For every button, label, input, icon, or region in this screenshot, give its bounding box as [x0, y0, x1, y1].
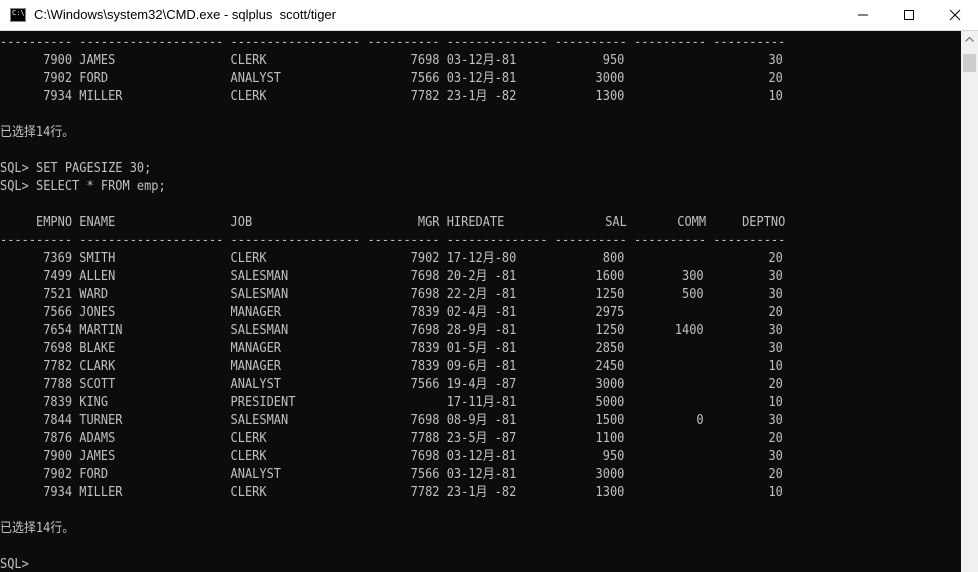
maximize-icon	[904, 10, 914, 20]
close-button[interactable]	[932, 0, 978, 30]
console-output[interactable]: ---------- -------------------- --------…	[0, 31, 961, 572]
console-line: 7698 BLAKE MANAGER 7839 01-5月 -81 2850 3…	[0, 341, 783, 356]
scroll-thumb[interactable]	[963, 54, 976, 72]
console-line: ---------- -------------------- --------…	[0, 233, 786, 248]
minimize-button[interactable]	[840, 0, 886, 30]
chevron-up-icon	[965, 37, 974, 42]
console-line: 7839 KING PRESIDENT 17-11月-81 5000 10	[0, 395, 783, 410]
close-icon	[949, 9, 961, 21]
console-line: 7934 MILLER CLERK 7782 23-1月 -82 1300 10	[0, 89, 783, 104]
minimize-icon	[858, 14, 868, 16]
title-bar[interactable]: C:\ C:\Windows\system32\CMD.exe - sqlplu…	[0, 0, 978, 31]
console-line: 7902 FORD ANALYST 7566 03-12月-81 3000 20	[0, 71, 783, 86]
scroll-up-button[interactable]	[961, 31, 978, 48]
console-line: SQL> SELECT * FROM emp;	[0, 179, 166, 194]
console-line: 7934 MILLER CLERK 7782 23-1月 -82 1300 10	[0, 485, 783, 500]
cmd-icon[interactable]: C:\	[10, 8, 26, 22]
console-line: 7900 JAMES CLERK 7698 03-12月-81 950 30	[0, 53, 783, 68]
console-line: SQL> SET PAGESIZE 30;	[0, 161, 152, 176]
console-line: 7782 CLARK MANAGER 7839 09-6月 -81 2450 1…	[0, 359, 783, 374]
console-line: SQL>	[0, 557, 29, 572]
console-line: 7902 FORD ANALYST 7566 03-12月-81 3000 20	[0, 467, 783, 482]
console-line: 7369 SMITH CLERK 7902 17-12月-80 800 20	[0, 251, 783, 266]
console-line: 7499 ALLEN SALESMAN 7698 20-2月 -81 1600 …	[0, 269, 783, 284]
console-line: 7900 JAMES CLERK 7698 03-12月-81 950 30	[0, 449, 783, 464]
console-line: 已选择14行。	[0, 125, 75, 140]
console-line: 7521 WARD SALESMAN 7698 22-2月 -81 1250 5…	[0, 287, 783, 302]
console-line: 7788 SCOTT ANALYST 7566 19-4月 -87 3000 2…	[0, 377, 783, 392]
console-line: 7566 JONES MANAGER 7839 02-4月 -81 2975 2…	[0, 305, 783, 320]
console-line: EMPNO ENAME JOB MGR HIREDATE SAL COMM DE…	[0, 215, 786, 230]
console-line: 已选择14行。	[0, 521, 75, 536]
console-line: 7844 TURNER SALESMAN 7698 08-9月 -81 1500…	[0, 413, 783, 428]
maximize-button[interactable]	[886, 0, 932, 30]
window-title: C:\Windows\system32\CMD.exe - sqlplus sc…	[34, 7, 336, 22]
console-line: 7654 MARTIN SALESMAN 7698 28-9月 -81 1250…	[0, 323, 783, 338]
console-line: ---------- -------------------- --------…	[0, 35, 786, 50]
vertical-scrollbar[interactable]	[961, 31, 978, 572]
console-line: 7876 ADAMS CLERK 7788 23-5月 -87 1100 20	[0, 431, 783, 446]
